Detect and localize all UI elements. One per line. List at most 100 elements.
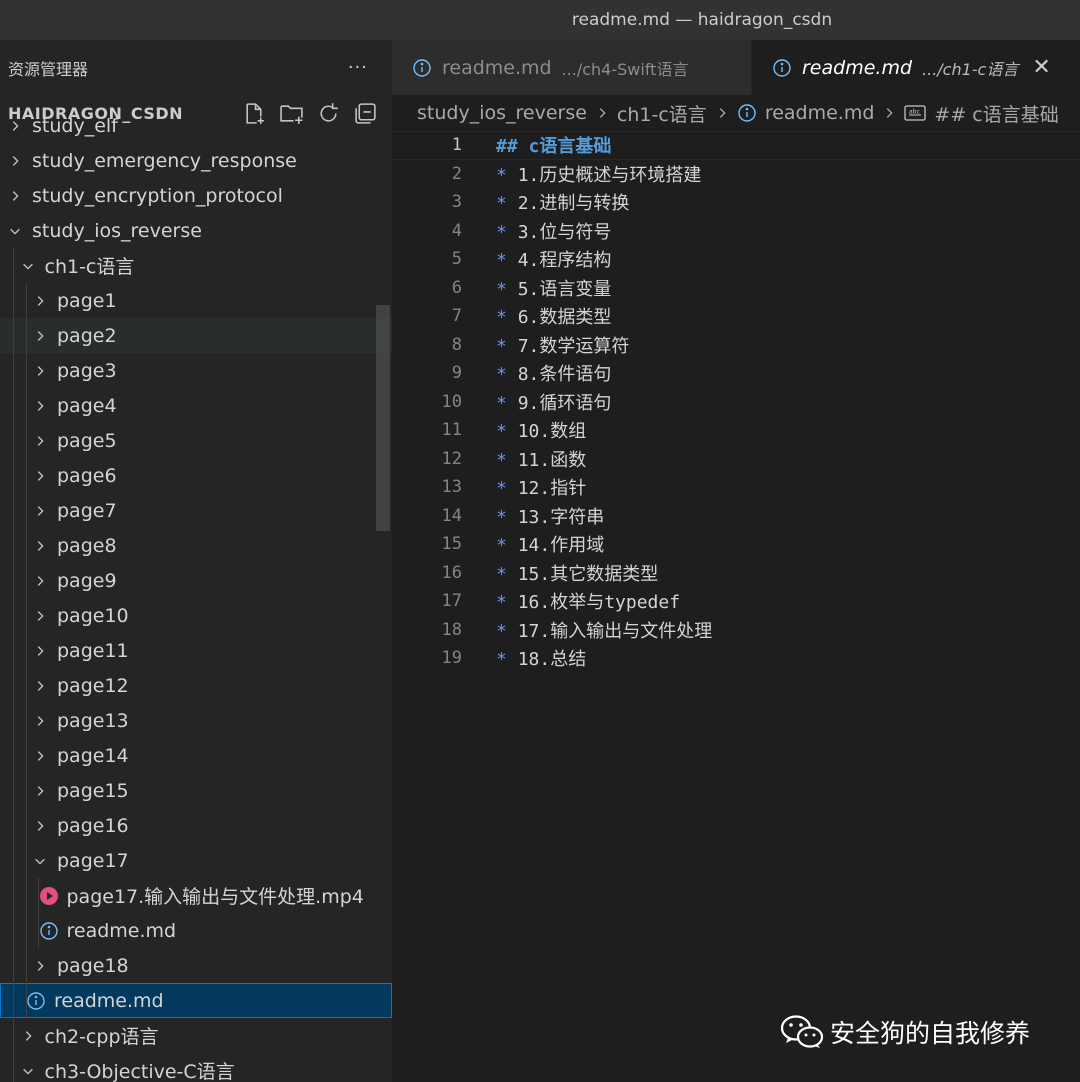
chevron-right-icon[interactable] [31, 642, 49, 660]
chevron-right-icon[interactable] [31, 432, 49, 450]
chevron-right-icon [882, 106, 896, 120]
tree-item-label: page12 [57, 674, 129, 697]
tree-item-label: page17 [57, 849, 129, 872]
list-bullet: * [496, 421, 507, 443]
tree-folder[interactable]: page12 [0, 668, 392, 703]
chevron-right-icon[interactable] [31, 537, 49, 555]
breadcrumb-symbol[interactable]: ## c语言基础 [934, 100, 1058, 127]
chevron-right-icon[interactable] [6, 117, 24, 135]
chevron-right-icon[interactable] [31, 572, 49, 590]
tree-folder[interactable]: page15 [0, 773, 392, 808]
line-number: 4 [451, 220, 462, 241]
code-editor[interactable]: 1 ## c语言基础 2 * 1.历史概述与环境搭建 3 * 2.进制与转换 4 * 3.位与… [392, 131, 1080, 1082]
tree-folder[interactable]: ch1-c语言 [0, 248, 392, 283]
list-bullet: * [496, 164, 507, 186]
tree-folder[interactable]: page1 [0, 283, 392, 318]
chevron-down-icon[interactable] [31, 852, 49, 870]
close-icon[interactable]: ✕ [1032, 55, 1050, 80]
chevron-right-icon[interactable] [31, 957, 49, 975]
tree-folder[interactable]: page14 [0, 738, 392, 773]
tab-active[interactable]: readme.md .../ch1-c语言 ✕ [752, 40, 1080, 95]
chevron-down-icon[interactable] [6, 222, 24, 240]
tree-folder[interactable]: page6 [0, 458, 392, 493]
chevron-right-icon[interactable] [31, 502, 49, 520]
tree-file[interactable]: page17.输入输出与文件处理.mp4 [0, 878, 392, 913]
chevron-right-icon[interactable] [19, 1027, 37, 1045]
tree-folder[interactable]: page5 [0, 423, 392, 458]
list-bullet: * [496, 364, 507, 386]
code-text: * 14.作用域 [496, 531, 604, 557]
tree-folder[interactable]: page8 [0, 528, 392, 563]
tree-folder[interactable]: page3 [0, 353, 392, 388]
list-bullet: * [496, 221, 507, 243]
tree-folder[interactable]: page18 [0, 948, 392, 983]
info-icon [39, 921, 59, 941]
indent-guide [13, 1018, 14, 1053]
indent-guide [25, 388, 27, 423]
code-text: * 18.总结 [496, 645, 586, 671]
chevron-right-icon[interactable] [31, 397, 49, 415]
sidebar-scrollbar[interactable] [376, 305, 390, 531]
code-text: ## c语言基础 [496, 132, 611, 158]
tree-folder[interactable]: page9 [0, 563, 392, 598]
chevron-right-icon[interactable] [31, 292, 49, 310]
chevron-down-icon[interactable] [19, 1062, 37, 1080]
indent-guide [25, 878, 27, 913]
indent-guide [25, 843, 27, 878]
tree-item-label: page2 [57, 324, 117, 347]
tree-folder[interactable]: study_emergency_response [0, 143, 392, 178]
tree-item-label: page18 [57, 954, 129, 977]
code-text: * 1.历史概述与环境搭建 [496, 161, 701, 187]
tree-item-label: study_elf [32, 114, 118, 137]
list-item-text: 6.数据类型 [517, 307, 612, 329]
chevron-right-icon[interactable] [31, 677, 49, 695]
tree-file[interactable]: readme.md [0, 983, 392, 1018]
code-line: 17 * 16.枚举与typedef [392, 587, 1080, 616]
line-number: 6 [451, 277, 462, 298]
tree-folder[interactable]: page13 [0, 703, 392, 738]
indent-guide [25, 318, 27, 353]
tree-folder[interactable]: page7 [0, 493, 392, 528]
more-actions-icon[interactable]: ··· [348, 57, 368, 78]
breadcrumb-subfolder[interactable]: ch1-c语言 [617, 100, 707, 127]
line-number: 19 [441, 648, 462, 669]
tree-folder[interactable]: page16 [0, 808, 392, 843]
line-number: 3 [451, 192, 462, 213]
indent-guide [25, 773, 27, 808]
chevron-right-icon[interactable] [31, 327, 49, 345]
list-item-text: 3.位与符号 [517, 221, 612, 243]
chevron-right-icon[interactable] [31, 712, 49, 730]
line-number: 14 [441, 505, 462, 526]
tree-folder[interactable]: page4 [0, 388, 392, 423]
chevron-right-icon[interactable] [6, 187, 24, 205]
tree-folder[interactable]: ch3-Objective-C语言 [0, 1053, 392, 1082]
indent-guide [25, 633, 27, 668]
chevron-right-icon[interactable] [31, 362, 49, 380]
chevron-right-icon[interactable] [6, 152, 24, 170]
svg-text:abc: abc [909, 109, 920, 116]
tree-folder[interactable]: page2 [0, 318, 392, 353]
tree-folder[interactable]: study_elf [0, 108, 392, 143]
breadcrumb-file[interactable]: readme.md [765, 102, 875, 124]
list-item-text: 12.指针 [517, 478, 587, 500]
tree-folder[interactable]: page10 [0, 598, 392, 633]
breadcrumb-folder[interactable]: study_ios_reverse [417, 102, 587, 124]
code-text: * 12.指针 [496, 474, 586, 500]
list-bullet: * [496, 250, 507, 272]
tree-file[interactable]: readme.md [0, 913, 392, 948]
line-number: 10 [441, 391, 462, 412]
chevron-down-icon[interactable] [19, 257, 37, 275]
tree-folder[interactable]: ch2-cpp语言 [0, 1018, 392, 1053]
window-title: readme.md — haidragon_csdn [571, 10, 833, 30]
tree-folder[interactable]: study_encryption_protocol [0, 178, 392, 213]
chevron-right-icon[interactable] [31, 817, 49, 835]
chevron-right-icon[interactable] [31, 607, 49, 625]
tree-folder[interactable]: page17 [0, 843, 392, 878]
chevron-right-icon[interactable] [31, 747, 49, 765]
tree-folder[interactable]: page11 [0, 633, 392, 668]
tab-inactive[interactable]: readme.md .../ch4-Swift语言 [392, 40, 752, 95]
title-bar: readme.md — haidragon_csdn [0, 0, 1080, 40]
tree-folder[interactable]: study_ios_reverse [0, 213, 392, 248]
chevron-right-icon[interactable] [31, 782, 49, 800]
chevron-right-icon[interactable] [31, 467, 49, 485]
